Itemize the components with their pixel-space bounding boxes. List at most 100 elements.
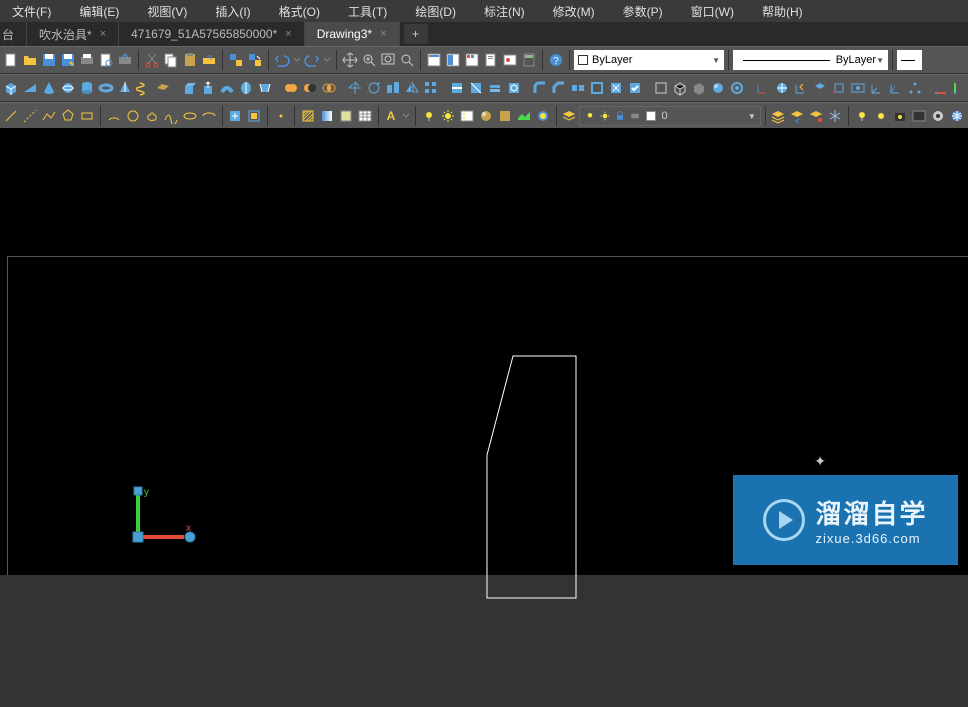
help-icon[interactable]: ? [547,51,565,69]
undo-dropdown-icon[interactable] [292,51,302,69]
cylinder-icon[interactable] [78,79,96,97]
3d-mirror-icon[interactable] [403,79,421,97]
ellipse-icon[interactable] [181,107,199,125]
box-icon[interactable] [2,79,20,97]
menu-help[interactable]: 帮助(H) [758,1,807,22]
paste-icon[interactable] [181,51,199,69]
save-icon[interactable] [40,51,58,69]
add-tab-button[interactable]: + [404,24,428,44]
menu-dimension[interactable]: 标注(N) [480,1,529,22]
undo-icon[interactable] [273,51,291,69]
presspull-icon[interactable] [199,79,217,97]
section-plane-icon[interactable] [448,79,466,97]
menu-format[interactable]: 格式(O) [275,1,324,22]
drawing-canvas[interactable]: x y ✦ 溜溜自学 zixue.3d66.com [0,128,968,575]
saveas-icon[interactable] [59,51,77,69]
rectangle-icon[interactable] [78,107,96,125]
subtract-icon[interactable] [301,79,319,97]
intersect-icon[interactable] [320,79,338,97]
materials-icon[interactable] [477,107,495,125]
cut-icon[interactable] [143,51,161,69]
zoom-icon[interactable] [360,51,378,69]
sphere-icon[interactable] [59,79,77,97]
zoom-previous-icon[interactable] [398,51,416,69]
redo-dropdown-icon[interactable] [322,51,332,69]
layer-isolate-icon[interactable] [807,107,825,125]
new-icon[interactable] [2,51,20,69]
wedge-icon[interactable] [21,79,39,97]
slice-icon[interactable] [467,79,485,97]
shell-icon[interactable] [588,79,606,97]
mtext-icon[interactable]: A [382,107,400,125]
torus-icon[interactable] [97,79,115,97]
match-icon[interactable] [200,51,218,69]
line-icon[interactable] [2,107,20,125]
planar-surface-icon[interactable] [154,79,172,97]
layer-properties-icon[interactable] [560,107,578,125]
chamfer-edge-icon[interactable] [550,79,568,97]
lineweight-dropdown[interactable] [897,50,922,70]
revision-cloud-icon[interactable] [143,107,161,125]
markup-icon[interactable] [501,51,519,69]
menu-parametric[interactable]: 参数(P) [619,1,667,22]
tab-1[interactable]: 吹水治具* × [27,22,119,46]
menu-draw[interactable]: 绘图(D) [411,1,460,22]
sweep-icon[interactable] [218,79,236,97]
fillet-edge-icon[interactable] [531,79,549,97]
circle-icon[interactable] [124,107,142,125]
menu-view[interactable]: 视图(V) [143,1,191,22]
ucs-icon[interactable] [754,79,772,97]
layer-previous-icon[interactable] [788,107,806,125]
menu-edit[interactable]: 编辑(E) [75,1,123,22]
render-env-icon[interactable] [515,107,533,125]
close-icon[interactable]: × [285,28,291,40]
helix-icon[interactable] [135,79,153,97]
layer-states-icon[interactable] [769,107,787,125]
copy-icon[interactable] [162,51,180,69]
pan-icon[interactable] [341,51,359,69]
light-tool-icon[interactable] [853,107,871,125]
menu-tools[interactable]: 工具(T) [344,1,391,22]
light-list-icon[interactable] [458,107,476,125]
calculator-icon[interactable] [520,51,538,69]
cpu-icon[interactable] [929,107,947,125]
clean-icon[interactable] [607,79,625,97]
tab-0[interactable]: 台 [0,22,27,46]
sun-icon[interactable] [439,107,457,125]
drawing-shape[interactable] [8,257,608,707]
design-center-icon[interactable] [444,51,462,69]
3d-rotate-icon[interactable] [365,79,383,97]
ucs-z-icon[interactable] [887,79,905,97]
union-icon[interactable] [282,79,300,97]
insert-block-icon[interactable] [226,107,244,125]
2d-wireframe-icon[interactable] [652,79,670,97]
3d-hidden-icon[interactable] [690,79,708,97]
revolve-icon[interactable] [237,79,255,97]
preview-icon[interactable] [97,51,115,69]
block-edit-icon[interactable] [246,51,264,69]
layer-dropdown[interactable]: 0 ▼ [579,106,760,126]
ucs-origin-icon[interactable] [868,79,886,97]
ucs-previous-icon[interactable] [792,79,810,97]
ucs-face-icon[interactable] [811,79,829,97]
close-icon[interactable]: × [100,28,106,40]
cone-icon[interactable] [40,79,58,97]
ucs-x-icon[interactable] [932,79,950,97]
mtext-dropdown-icon[interactable] [401,107,411,125]
3d-align-icon[interactable] [384,79,402,97]
3d-array-icon[interactable] [422,79,440,97]
close-icon[interactable]: × [380,28,386,40]
point-icon[interactable] [272,107,290,125]
region-icon[interactable] [337,107,355,125]
ucs-y-icon[interactable] [951,79,968,97]
menu-insert[interactable]: 插入(I) [211,1,254,22]
layer-freeze-icon[interactable] [826,107,844,125]
loft-icon[interactable] [256,79,274,97]
imprint-icon[interactable] [505,79,523,97]
open-icon[interactable] [21,51,39,69]
ucs-object-icon[interactable] [830,79,848,97]
sheet-set-icon[interactable] [482,51,500,69]
print-icon[interactable] [78,51,96,69]
ellipse-arc-icon[interactable] [200,107,218,125]
table-icon[interactable] [356,107,374,125]
